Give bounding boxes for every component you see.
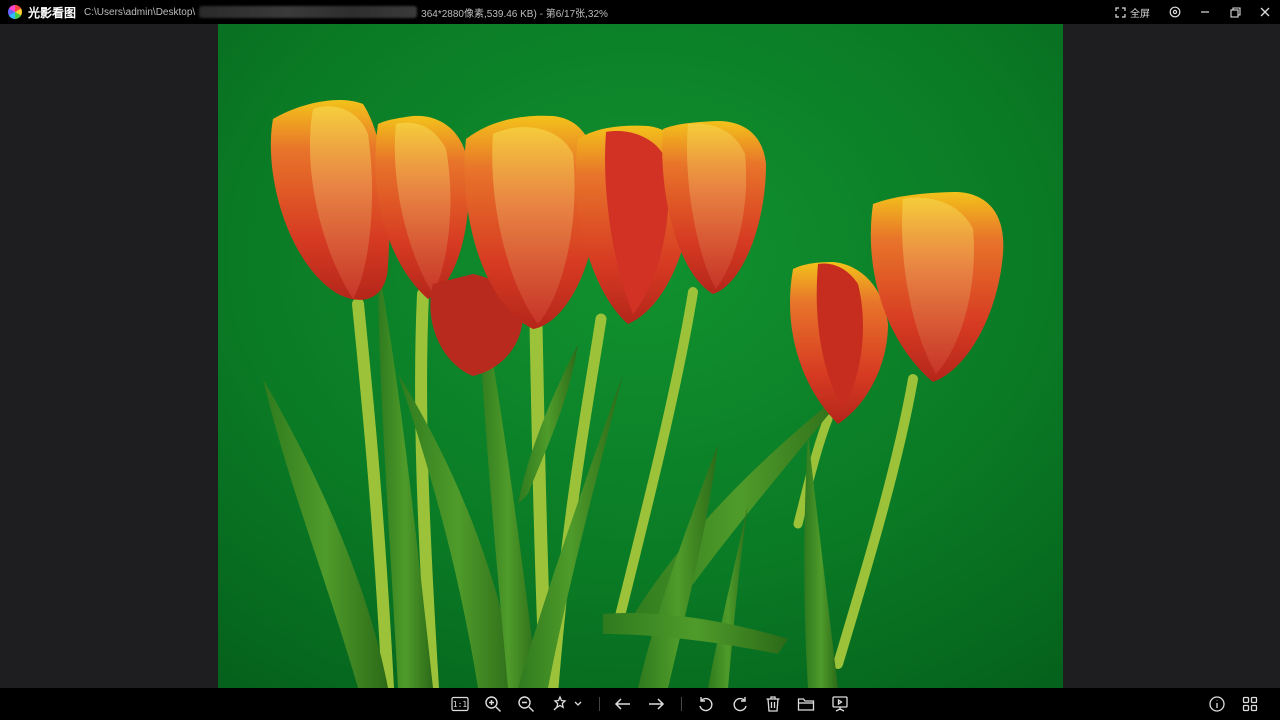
thumbnail-grid-button[interactable]	[1239, 694, 1261, 714]
slideshow-icon	[832, 696, 848, 712]
chevron-down-icon	[574, 701, 582, 706]
actual-size-label: 1:1	[452, 699, 468, 709]
previous-image-button[interactable]	[612, 694, 634, 714]
enhance-dropdown-button[interactable]	[571, 694, 585, 714]
settings-button[interactable]	[1160, 0, 1190, 24]
settings-icon	[1169, 6, 1181, 18]
app-logo-icon	[8, 5, 22, 19]
delete-button[interactable]	[762, 694, 784, 714]
minimize-icon	[1201, 11, 1209, 13]
zoom-out-button[interactable]	[515, 694, 537, 714]
restore-button[interactable]	[1220, 0, 1250, 24]
tulip-photo[interactable]	[218, 24, 1063, 688]
bottom-toolbar: 1:1	[0, 688, 1280, 720]
trash-icon	[766, 696, 780, 712]
zoom-out-icon	[518, 696, 534, 712]
fullscreen-label: 全屏	[1130, 8, 1150, 20]
image-viewer[interactable]	[0, 24, 1280, 688]
rotate-left-icon	[699, 697, 713, 712]
fullscreen-button[interactable]: 全屏	[1115, 5, 1150, 20]
grid-icon	[1242, 696, 1258, 712]
rotate-left-button[interactable]	[695, 694, 717, 714]
restore-icon	[1229, 6, 1241, 18]
actual-size-button[interactable]: 1:1	[449, 694, 471, 714]
rotate-right-icon	[733, 697, 747, 712]
slideshow-button[interactable]	[829, 694, 851, 714]
folder-icon	[797, 698, 815, 711]
file-path-prefix: C:\Users\admin\Desktop\	[84, 6, 196, 18]
title-bar: 光影看图 C:\Users\admin\Desktop\ 364*2880像素,…	[0, 0, 1280, 24]
close-icon	[1260, 7, 1270, 17]
file-info: 364*2880像素,539.46 KB) - 第6/17张,32%	[421, 8, 608, 20]
arrow-right-icon	[649, 698, 665, 710]
file-path-redacted	[199, 6, 418, 18]
app-name: 光影看图	[28, 5, 77, 20]
image-info-button[interactable]	[1206, 694, 1228, 714]
zoom-in-icon	[485, 696, 501, 712]
enhance-button[interactable]	[549, 694, 571, 714]
zoom-in-button[interactable]	[482, 694, 504, 714]
tulip-illustration	[218, 24, 1063, 688]
toolbar-separator	[599, 697, 600, 711]
rotate-right-button[interactable]	[729, 694, 751, 714]
fullscreen-icon	[1115, 6, 1126, 18]
toolbar-separator	[681, 697, 682, 711]
minimize-button[interactable]	[1190, 0, 1220, 24]
close-button[interactable]	[1250, 0, 1280, 24]
open-folder-button[interactable]	[795, 694, 817, 714]
next-image-button[interactable]	[645, 694, 667, 714]
magic-wand-icon	[553, 695, 567, 711]
arrow-left-icon	[614, 698, 630, 710]
info-icon	[1209, 696, 1225, 712]
